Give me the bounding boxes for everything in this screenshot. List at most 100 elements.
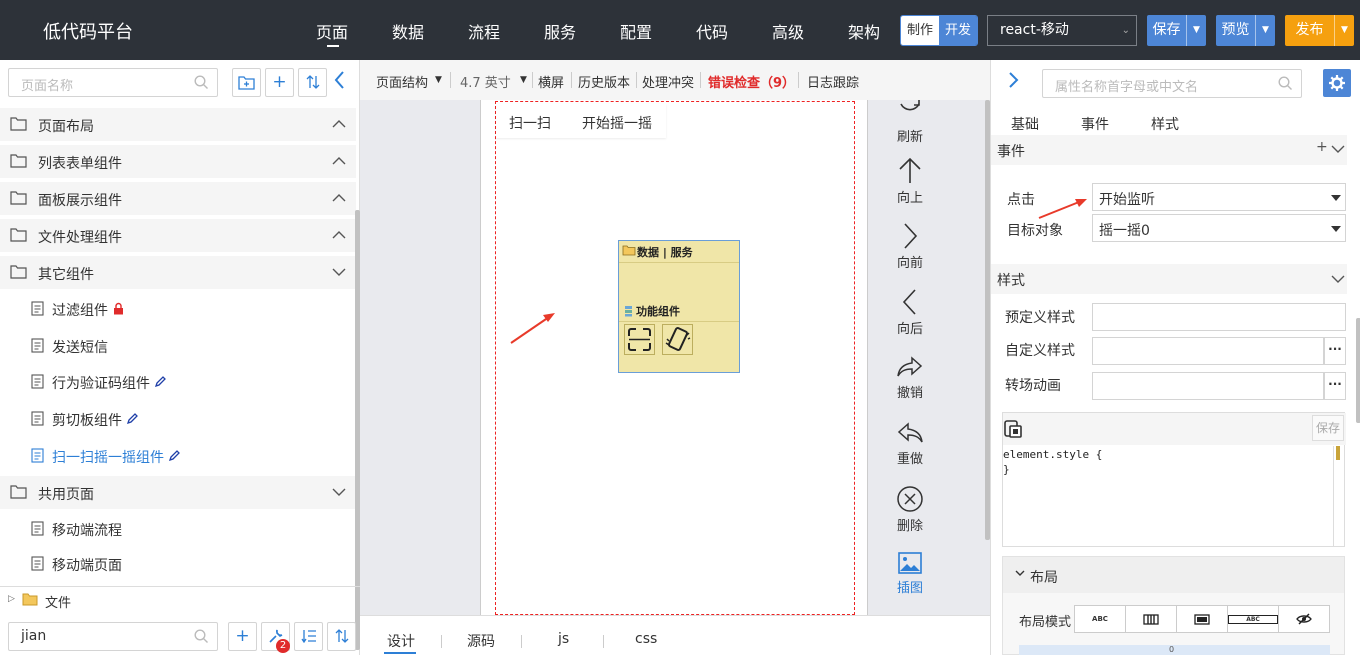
folder-add-icon [238, 76, 255, 90]
chevron-down-icon[interactable] [1331, 274, 1345, 284]
nav-advanced[interactable]: 高级 [772, 19, 804, 43]
sort-button[interactable] [298, 68, 327, 97]
item-filter[interactable]: 过滤组件 [0, 292, 356, 325]
nav-config[interactable]: 配置 [620, 19, 652, 43]
item-mobile-flow[interactable]: 移动端流程 [0, 512, 356, 545]
settings-button[interactable] [1323, 69, 1351, 97]
item-mobile-page[interactable]: 移动端页面 [0, 547, 356, 580]
mode-make-button[interactable]: 制作 [901, 16, 939, 45]
delete-button[interactable]: 删除 [875, 485, 945, 534]
move-back-button[interactable]: 向后 [875, 288, 945, 337]
group-shared-pages[interactable]: 共用页面 [0, 476, 356, 509]
refresh-button[interactable]: 刷新 [875, 100, 945, 145]
add-folder-button[interactable] [232, 68, 261, 97]
css-editor[interactable]: 保存 element.style { } [1002, 412, 1346, 547]
group-list-form[interactable]: 列表表单组件 [0, 145, 356, 178]
css-save-button[interactable]: 保存 [1312, 415, 1344, 441]
landscape-toggle[interactable]: 横屏 [538, 72, 564, 91]
device-size-select[interactable]: 4.7 英寸 [460, 72, 511, 91]
tab-design[interactable]: 设计 [387, 631, 415, 651]
nav-flow[interactable]: 流程 [468, 19, 500, 43]
nav-code[interactable]: 代码 [696, 19, 728, 43]
list-order-button[interactable] [294, 622, 323, 651]
mode-dev-button[interactable]: 开发 [939, 16, 977, 45]
scan-component[interactable] [624, 324, 655, 355]
insert-image-button[interactable]: 插图 [875, 551, 945, 596]
style-section-header[interactable]: 样式 [991, 264, 1347, 294]
target-object-select[interactable]: 摇一摇0 [1092, 214, 1346, 242]
project-select[interactable]: react-移动 ⌄ [987, 15, 1137, 46]
transition-more-button[interactable]: ··· [1324, 372, 1346, 400]
error-check-button[interactable]: 错误检查（9） [708, 72, 795, 91]
item-captcha[interactable]: 行为验证码组件 [0, 365, 356, 398]
custom-style-input[interactable] [1092, 337, 1324, 365]
move-forward-button[interactable]: 向前 [875, 222, 945, 271]
paste-icon[interactable] [1003, 419, 1023, 439]
group-page-layout[interactable]: 页面布局 [0, 108, 356, 141]
layout-inline-block-button[interactable]: ABC [1228, 606, 1278, 632]
collapse-panel-button[interactable] [333, 70, 353, 96]
custom-style-more-button[interactable]: ··· [1324, 337, 1346, 365]
layout-columns-button[interactable] [1126, 606, 1177, 632]
nav-architecture[interactable]: 架构 [848, 19, 880, 43]
tab-css[interactable]: css [635, 631, 657, 647]
add-page-button[interactable]: + [265, 68, 294, 97]
page-structure-menu[interactable]: 页面结构 [376, 72, 428, 91]
tab-scan[interactable]: 扫一扫 [509, 113, 551, 133]
property-search-input[interactable]: 属性名称首字母或中文名 [1042, 69, 1302, 98]
item-send-sms[interactable]: 发送短信 [0, 329, 356, 362]
tab-start-shake[interactable]: 开始摇一摇 [582, 113, 652, 133]
group-label: 面板展示组件 [38, 193, 122, 209]
click-action-select[interactable]: 开始监听 [1092, 183, 1346, 211]
chevron-down-icon[interactable] [1331, 144, 1345, 154]
group-panel-display[interactable]: 面板展示组件 [0, 182, 356, 215]
transition-input[interactable] [1092, 372, 1324, 400]
layout-block-button[interactable] [1177, 606, 1228, 632]
add-file-button[interactable]: + [228, 622, 257, 651]
layout-hidden-button[interactable] [1278, 606, 1329, 632]
caret-down-icon[interactable]: ▼ [1334, 15, 1354, 46]
layout-inline-button[interactable]: ABC [1075, 606, 1126, 632]
css-code[interactable]: element.style { } [1003, 447, 1102, 477]
tab-js[interactable]: js [558, 631, 569, 647]
nav-page[interactable]: 页面 [316, 19, 348, 43]
caret-down-icon[interactable]: ▼ [1186, 15, 1206, 46]
add-event-button[interactable]: + [1316, 139, 1328, 155]
caret-down-icon[interactable]: ▼ [520, 75, 527, 85]
tab-style[interactable]: 样式 [1151, 114, 1179, 134]
item-clipboard[interactable]: 剪切板组件 [0, 402, 356, 435]
event-section-header[interactable]: 事件 + [991, 135, 1347, 165]
tab-source[interactable]: 源码 [467, 631, 495, 651]
group-file-processing[interactable]: 文件处理组件 [0, 219, 356, 252]
shake-component[interactable] [662, 324, 693, 355]
tab-events[interactable]: 事件 [1081, 114, 1109, 134]
chevron-right-icon [904, 223, 918, 249]
nav-service[interactable]: 服务 [544, 19, 576, 43]
move-up-button[interactable]: 向上 [875, 157, 945, 206]
publish-button[interactable]: 发布 ▼ [1285, 15, 1354, 46]
caret-down-icon[interactable]: ▼ [435, 75, 442, 85]
properties-scrollbar[interactable] [1356, 318, 1360, 423]
tool-button[interactable]: 2 [261, 622, 290, 653]
save-button[interactable]: 保存 ▼ [1147, 15, 1206, 46]
undo-button[interactable]: 撤销 [875, 354, 945, 401]
history-version-button[interactable]: 历史版本 [578, 72, 630, 91]
page-search-input[interactable]: 页面名称 [8, 68, 218, 97]
nav-data[interactable]: 数据 [392, 19, 424, 43]
caret-down-icon[interactable]: ▼ [1255, 15, 1275, 46]
redo-button[interactable]: 重做 [875, 420, 945, 467]
resolve-conflict-button[interactable]: 处理冲突 [642, 72, 694, 91]
group-other[interactable]: 其它组件 [0, 256, 356, 289]
item-scan-shake[interactable]: 扫一扫摇一摇组件 [0, 439, 356, 472]
preview-button[interactable]: 预览 ▼ [1216, 15, 1275, 46]
file-tree-root[interactable]: ▷ 文件 [0, 586, 360, 612]
component-palette-widget[interactable]: 数据 | 服务 功能组件 [618, 240, 740, 373]
sort-files-button[interactable] [327, 622, 356, 651]
log-trace-button[interactable]: 日志跟踪 [807, 72, 859, 91]
chevron-right-icon[interactable] [1007, 71, 1019, 89]
bottom-search-input[interactable]: jian [8, 622, 218, 651]
tab-basic[interactable]: 基础 [1011, 114, 1039, 134]
layout-section-header[interactable]: 布局 [1003, 557, 1344, 593]
preset-style-input[interactable] [1092, 303, 1346, 331]
caret-right-icon[interactable]: ▷ [8, 594, 15, 604]
